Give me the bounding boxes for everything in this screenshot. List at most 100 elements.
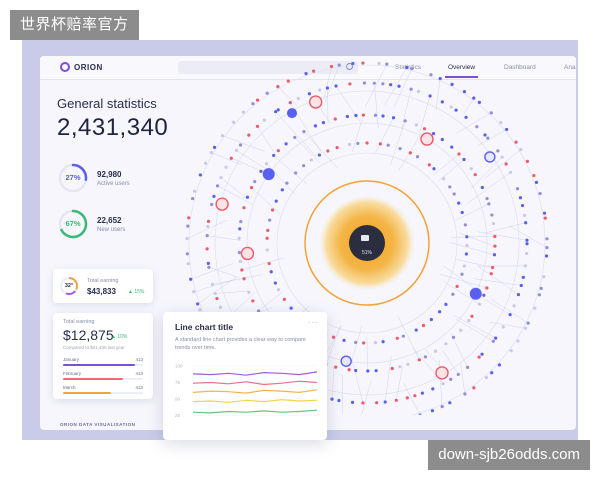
network-dot	[289, 306, 293, 310]
network-dot	[284, 142, 288, 146]
network-dot	[416, 89, 421, 94]
hub-node[interactable]	[287, 108, 297, 119]
network-link	[273, 155, 308, 185]
hub-node[interactable]	[240, 246, 255, 261]
y-tick-label: 50	[175, 397, 181, 402]
network-dot	[333, 117, 337, 121]
network-dot	[265, 91, 269, 95]
network-dot	[354, 340, 358, 344]
network-link	[478, 129, 507, 146]
network-dot	[491, 339, 495, 343]
network-dot	[494, 336, 498, 340]
network-link	[211, 152, 242, 165]
network-dot	[224, 165, 228, 169]
network-dot	[429, 317, 433, 322]
network-dot	[442, 177, 446, 181]
new-users-pct: 67%	[65, 219, 81, 228]
network-dot	[406, 362, 410, 366]
hub-node[interactable]	[469, 287, 482, 300]
network-dot	[318, 88, 322, 92]
network-dot	[515, 187, 520, 191]
network-dot	[374, 369, 378, 373]
network-dot	[185, 237, 189, 241]
network-link	[435, 153, 460, 174]
network-dot	[539, 286, 543, 290]
network-dot	[366, 369, 370, 373]
network-dot	[212, 145, 217, 149]
network-link	[207, 235, 241, 241]
network-dot	[334, 365, 338, 369]
network-dot	[265, 248, 269, 252]
network-dot	[381, 82, 385, 86]
network-dot	[414, 328, 418, 332]
network-dot	[532, 173, 536, 178]
hub-node[interactable]	[484, 151, 496, 163]
network-link	[419, 95, 431, 133]
hub-node[interactable]	[215, 197, 229, 211]
network-dot	[493, 234, 497, 239]
network-dot	[210, 202, 214, 207]
logo[interactable]: ORION	[60, 62, 103, 72]
network-dot	[351, 61, 355, 66]
network-dot	[198, 308, 202, 312]
network-dot	[417, 358, 421, 362]
series-line	[192, 409, 318, 414]
chart-icon	[361, 235, 369, 241]
network-dot	[490, 371, 494, 375]
network-link	[467, 172, 511, 204]
network-dot	[385, 62, 389, 66]
network-dot	[409, 87, 413, 91]
more-icon[interactable]: ···	[308, 318, 319, 327]
network-dot	[403, 119, 407, 123]
new-users-stat: 67% 22,652 New users	[57, 208, 125, 240]
network-dot	[438, 76, 442, 81]
network-dot	[187, 216, 191, 220]
network-dot	[519, 283, 523, 288]
network-dot	[523, 326, 528, 330]
network-link	[331, 365, 335, 400]
network-link	[384, 355, 392, 402]
logo-text: ORION	[74, 62, 103, 72]
month-bar-fill	[63, 378, 123, 380]
hub-node[interactable]	[308, 95, 323, 109]
network-dot	[463, 223, 467, 227]
network-dot	[421, 323, 426, 328]
hub-node[interactable]	[435, 366, 449, 380]
hub-node[interactable]	[262, 168, 275, 181]
network-dot	[365, 141, 369, 145]
line-chart-card[interactable]: Line chart title ··· A standard line cha…	[163, 312, 327, 440]
total-earning-card[interactable]: Total earning $12,875 ▲ 10% Compared to …	[53, 313, 153, 399]
network-dot	[463, 392, 467, 396]
network-dot	[431, 387, 435, 391]
network-dot	[505, 127, 509, 132]
network-dot	[525, 238, 529, 242]
network-link	[453, 315, 496, 339]
network-dot	[239, 219, 243, 224]
network-dot	[440, 404, 444, 409]
month-name: January	[63, 357, 80, 362]
hub-node[interactable]	[420, 132, 434, 146]
network-link	[190, 263, 234, 280]
y-tick-label: 100	[175, 364, 183, 369]
network-dot	[302, 130, 306, 134]
network-link	[398, 128, 425, 171]
hub-node[interactable]	[340, 355, 352, 367]
network-dot	[335, 145, 339, 150]
network-link	[459, 233, 496, 247]
network-dot	[196, 302, 200, 306]
network-dot	[524, 221, 528, 225]
network-dot	[414, 123, 418, 127]
network-dot	[482, 293, 486, 297]
network-dot	[185, 252, 189, 256]
network-link	[455, 203, 489, 221]
network-dot	[509, 349, 513, 353]
network-link	[403, 382, 421, 415]
network-dot	[186, 224, 190, 228]
network-dot	[542, 275, 546, 279]
total-earning-card-small[interactable]: 32° Total earning $43,833 ▲ 15%	[53, 269, 153, 303]
network-dot	[415, 155, 420, 159]
network-link	[352, 114, 364, 153]
active-users-stat: 27% 92,980 Active users	[57, 162, 130, 194]
network-dot	[464, 115, 468, 119]
network-dot	[427, 163, 431, 167]
